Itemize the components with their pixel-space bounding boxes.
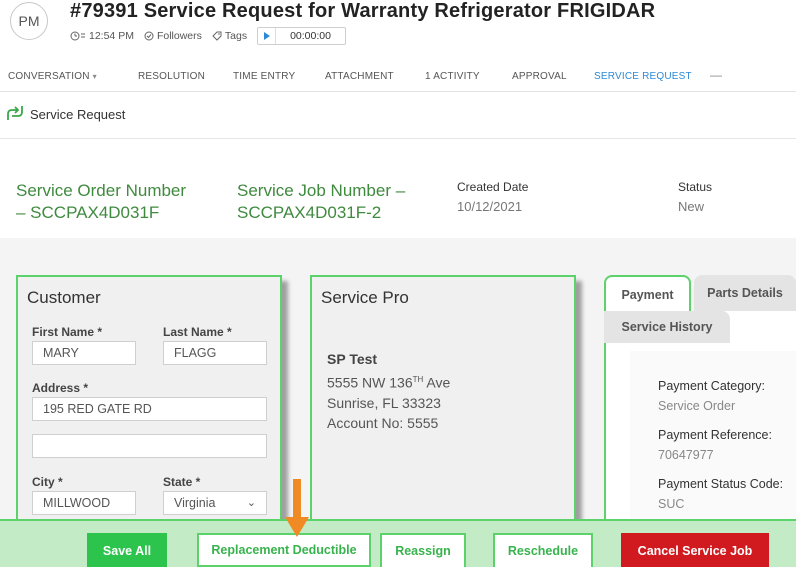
time-info: 12:54 PM — [70, 30, 134, 42]
service-pro-address-suffix: Ave — [423, 374, 451, 391]
first-name-field[interactable]: MARY — [32, 341, 136, 365]
service-pro-address-prefix: 5555 NW 136 — [327, 374, 413, 391]
save-all-button[interactable]: Save All — [87, 533, 167, 567]
service-request-icon — [6, 104, 24, 125]
tab-service-request[interactable]: SERVICE REQUEST — [594, 71, 692, 82]
tab-service-history[interactable]: Service History — [604, 311, 730, 343]
ticket-meta: 12:54 PM Followers Tags 00:00:00 — [70, 27, 346, 45]
followers-label: Followers — [156, 30, 202, 42]
payment-reference-value: 70647977 — [658, 448, 714, 462]
state-select-value: Virginia — [174, 496, 216, 510]
section-title: Service Request — [30, 107, 126, 122]
avatar-initials: PM — [18, 13, 40, 29]
state-label: State * — [163, 475, 201, 489]
first-name-label: First Name * — [32, 325, 103, 339]
service-order-number: Service Order Number – SCCPAX4D031F — [16, 180, 186, 224]
clock-icon — [70, 31, 86, 41]
chevron-down-icon: ⌄ — [246, 497, 256, 509]
followers-link[interactable]: Followers — [144, 30, 202, 42]
last-name-field[interactable]: FLAGG — [163, 341, 267, 365]
state-select[interactable]: Virginia ⌄ — [163, 491, 267, 515]
pointer-arrow-icon — [285, 479, 309, 537]
service-job-value: SCCPAX4D031F-2 — [237, 203, 382, 222]
tab-time-entry[interactable]: TIME ENTRY — [233, 71, 295, 82]
section-header: Service Request — [6, 104, 125, 125]
customer-title: Customer — [27, 288, 101, 307]
service-job-number: Service Job Number – SCCPAX4D031F-2 — [237, 180, 405, 224]
service-pro-title: Service Pro — [321, 288, 409, 307]
service-job-label: Service Job Number – — [237, 181, 406, 200]
tab-approval[interactable]: APPROVAL — [512, 71, 567, 82]
service-order-value: – SCCPAX4D031F — [16, 203, 160, 222]
action-bar: Save All Replacement Deductible Reassign… — [0, 519, 796, 567]
payment-status-label: Payment Status Code: — [658, 477, 784, 491]
tab-conversation[interactable]: CONVERSATION ▾ — [8, 71, 97, 82]
created-date-value: 10/12/2021 — [457, 199, 523, 214]
service-order-label: Service Order Number — [16, 181, 187, 200]
payment-status-value: SUC — [658, 497, 685, 511]
service-pro-name: SP Test — [327, 351, 378, 367]
more-menu-icon[interactable]: — — [710, 68, 722, 82]
play-icon[interactable] — [258, 28, 277, 44]
service-pro-city: Sunrise, FL 33323 — [327, 394, 441, 411]
check-circle-icon — [144, 31, 154, 41]
reschedule-button[interactable]: Reschedule — [493, 533, 593, 567]
tags-label: Tags — [224, 30, 248, 42]
payment-category-value: Service Order — [658, 399, 736, 413]
payment-reference-label: Payment Reference: — [658, 428, 772, 442]
service-pro-address: 5555 NW 136TH Ave — [327, 370, 450, 393]
service-request-page: PM #79391 Service Request for Warranty R… — [0, 0, 796, 567]
payment-category-label: Payment Category: — [658, 379, 765, 393]
status-value: New — [678, 199, 705, 214]
tab-attachment[interactable]: ATTACHMENT — [325, 71, 394, 82]
cancel-service-job-button[interactable]: Cancel Service Job — [621, 533, 769, 567]
tab-parts-details[interactable]: Parts Details — [694, 275, 796, 311]
divider — [0, 138, 796, 139]
city-field[interactable]: MILLWOOD — [32, 491, 136, 515]
service-pro-account: Account No: 5555 — [327, 415, 439, 432]
replacement-deductible-button[interactable]: Replacement Deductible — [197, 533, 371, 567]
payment-panel: Payment Parts Details Service History Pa… — [604, 275, 796, 535]
address-line1-field[interactable]: 195 RED GATE RD — [32, 397, 267, 421]
last-name-label: Last Name * — [163, 325, 232, 339]
service-pro-panel: Service Pro SP Test 5555 NW 136TH Ave Su… — [310, 275, 576, 535]
address-label: Address * — [32, 381, 89, 395]
status-label: Status — [678, 180, 713, 194]
timer-value: 00:00:00 — [290, 30, 331, 42]
tab-resolution[interactable]: RESOLUTION — [138, 71, 205, 82]
service-pro-address-sup: TH — [412, 374, 424, 384]
timer: 00:00:00 — [257, 27, 346, 45]
city-label: City * — [32, 475, 63, 489]
time-text: 12:54 PM — [89, 30, 134, 42]
tab-bar: CONVERSATION ▾ RESOLUTION TIME ENTRY ATTA… — [0, 62, 796, 92]
tab-conversation-label: CONVERSATION — [8, 71, 90, 82]
chevron-down-icon: ▾ — [92, 72, 97, 81]
address-line2-field[interactable] — [32, 434, 267, 458]
created-date-label: Created Date — [457, 180, 529, 194]
avatar[interactable]: PM — [10, 2, 48, 40]
ticket-title: #79391 Service Request for Warranty Refr… — [70, 0, 656, 22]
tags-link[interactable]: Tags — [212, 30, 247, 42]
tab-payment[interactable]: Payment — [604, 275, 691, 313]
tab-activity[interactable]: 1 ACTIVITY — [425, 71, 480, 82]
service-pro-details: SP Test 5555 NW 136TH Ave Sunrise, FL 33… — [327, 349, 450, 434]
tag-icon — [212, 31, 222, 41]
customer-panel: Customer First Name * MARY Last Name * F… — [16, 275, 282, 535]
reassign-button[interactable]: Reassign — [380, 533, 466, 567]
